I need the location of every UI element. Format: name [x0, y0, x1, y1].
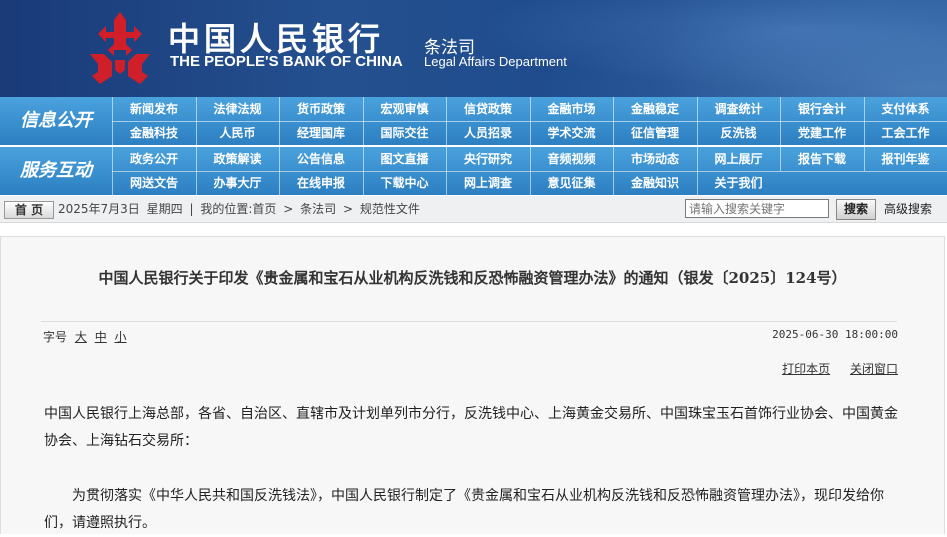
nav-item[interactable]: 意见征集: [529, 171, 613, 195]
font-size-large[interactable]: 大: [75, 330, 87, 344]
nav-item[interactable]: 学术交流: [529, 121, 613, 145]
dept-name-en: Legal Affairs Department: [424, 54, 567, 69]
breadcrumb-sep: >: [342, 202, 354, 216]
pboc-logo-icon[interactable]: [84, 10, 156, 86]
font-size-medium[interactable]: 中: [95, 330, 107, 344]
search-button[interactable]: 搜索: [836, 199, 876, 220]
nav-item[interactable]: 图文直播: [362, 147, 446, 171]
nav-item[interactable]: 党建工作: [780, 121, 863, 145]
nav-item[interactable]: 下载中心: [362, 171, 446, 195]
nav-item[interactable]: 工会工作: [863, 121, 947, 145]
close-window-link[interactable]: 关闭窗口: [850, 362, 898, 376]
home-button[interactable]: 首 页: [4, 201, 54, 219]
nav-item[interactable]: 报告下载: [780, 147, 863, 171]
nav-item[interactable]: 金融科技: [112, 121, 195, 145]
publish-date: 2025-06-30 18:00:00: [772, 328, 898, 341]
nav-item[interactable]: 报刊年鉴: [863, 147, 947, 171]
breadcrumb-home[interactable]: 我的位置:首页: [200, 202, 276, 216]
nav-item[interactable]: 网上展厅: [696, 147, 780, 171]
header-decoration: [427, 0, 947, 97]
nav-item[interactable]: 人民币: [195, 121, 279, 145]
divider: [41, 321, 897, 322]
breadcrumb-level2[interactable]: 规范性文件: [360, 202, 420, 216]
nav-grid-service: 政务公开 政策解读 公告信息 图文直播 央行研究 音频视频 市场动态 网上展厅 报告下载 报刊年鉴…: [112, 147, 947, 195]
nav-item[interactable]: 市场动态: [613, 147, 696, 171]
nav-item[interactable]: 法律法规: [195, 97, 279, 121]
bank-name-en: THE PEOPLE'S BANK OF CHINA: [170, 53, 403, 70]
nav-item[interactable]: 网送文告: [112, 171, 195, 195]
nav-item[interactable]: 金融稳定: [613, 97, 696, 121]
advanced-search-link[interactable]: 高级搜索: [884, 196, 932, 222]
nav-item[interactable]: 货币政策: [279, 97, 362, 121]
nav-item[interactable]: 政策解读: [195, 147, 279, 171]
nav-item[interactable]: 办事大厅: [195, 171, 279, 195]
nav-row-service: 服务互动 政务公开 政策解读 公告信息 图文直播 央行研究 音频视频 市场动态 网上展厅 报告下…: [0, 147, 947, 195]
nav-item[interactable]: 征信管理: [613, 121, 696, 145]
nav-item[interactable]: 在线申报: [279, 171, 362, 195]
font-size-label: 字号: [43, 330, 68, 344]
nav-item[interactable]: 政务公开: [112, 147, 195, 171]
nav-item[interactable]: 宏观审慎: [362, 97, 446, 121]
main-nav: 信息公开 新闻发布 法律法规 货币政策 宏观审慎 信贷政策 金融市场 金融稳定 调查统计 银行会…: [0, 97, 947, 196]
nav-item[interactable]: 关于我们: [696, 171, 780, 195]
article-paragraph: 中国人民银行上海总部，各省、自治区、直辖市及计划单列市分行，反洗钱中心、上海黄金…: [44, 406, 898, 449]
nav-item[interactable]: 银行会计: [780, 97, 863, 121]
nav-label-info: 信息公开: [20, 110, 92, 131]
breadcrumb: 2025年7月3日 星期四 | 我的位置:首页 > 条法司 > 规范性文件: [58, 196, 423, 222]
nav-divider: [112, 121, 947, 122]
nav-item[interactable]: 新闻发布: [112, 97, 195, 121]
nav-item[interactable]: 支付体系: [863, 97, 947, 121]
nav-item[interactable]: 金融市场: [529, 97, 613, 121]
current-date: 2025年7月3日: [58, 202, 140, 216]
site-header: 中国人民银行 THE PEOPLE'S BANK OF CHINA 条法司 Le…: [0, 0, 947, 97]
nav-row-info: 信息公开 新闻发布 法律法规 货币政策 宏观审慎 信贷政策 金融市场 金融稳定 调查统计 银行会…: [0, 97, 947, 145]
article-title: 中国人民银行关于印发《贵金属和宝石从业机构反洗钱和反恐怖融资管理办法》的通知（银…: [98, 269, 847, 287]
article-paragraph: 为贯彻落实《中华人民共和国反洗钱法》，中国人民银行制定了《贵金属和宝石从业机构反…: [44, 488, 884, 531]
font-size-controls: 字号 大 中 小: [43, 328, 127, 345]
print-link[interactable]: 打印本页: [782, 362, 830, 376]
font-size-small[interactable]: 小: [115, 330, 127, 344]
nav-item[interactable]: 网上调查: [446, 171, 529, 195]
search-input[interactable]: [685, 199, 829, 218]
nav-item[interactable]: 金融知识: [613, 171, 696, 195]
nav-grid-info: 新闻发布 法律法规 货币政策 宏观审慎 信贷政策 金融市场 金融稳定 调查统计 银行会计 支付体系…: [112, 97, 947, 145]
article-panel: 中国人民银行关于印发《贵金属和宝石从业机构反洗钱和反恐怖融资管理办法》的通知（银…: [0, 236, 945, 534]
nav-item[interactable]: 反洗钱: [696, 121, 780, 145]
nav-item[interactable]: 公告信息: [279, 147, 362, 171]
nav-item[interactable]: 调查统计: [696, 97, 780, 121]
nav-item[interactable]: 经理国库: [279, 121, 362, 145]
article-actions: 打印本页 关闭窗口: [766, 360, 898, 377]
nav-item[interactable]: 央行研究: [446, 147, 529, 171]
breadcrumb-bar: 首 页 2025年7月3日 星期四 | 我的位置:首页 > 条法司 > 规范性文…: [0, 196, 947, 223]
breadcrumb-level1[interactable]: 条法司: [300, 202, 336, 216]
nav-item[interactable]: 信贷政策: [446, 97, 529, 121]
nav-item[interactable]: 音频视频: [529, 147, 613, 171]
nav-item[interactable]: 国际交往: [362, 121, 446, 145]
breadcrumb-sep: >: [283, 202, 294, 216]
nav-item[interactable]: 人员招录: [446, 121, 529, 145]
current-weekday: 星期四: [146, 202, 183, 216]
nav-label-service: 服务互动: [20, 160, 92, 181]
divider: |: [189, 202, 194, 216]
nav-divider: [112, 171, 947, 172]
